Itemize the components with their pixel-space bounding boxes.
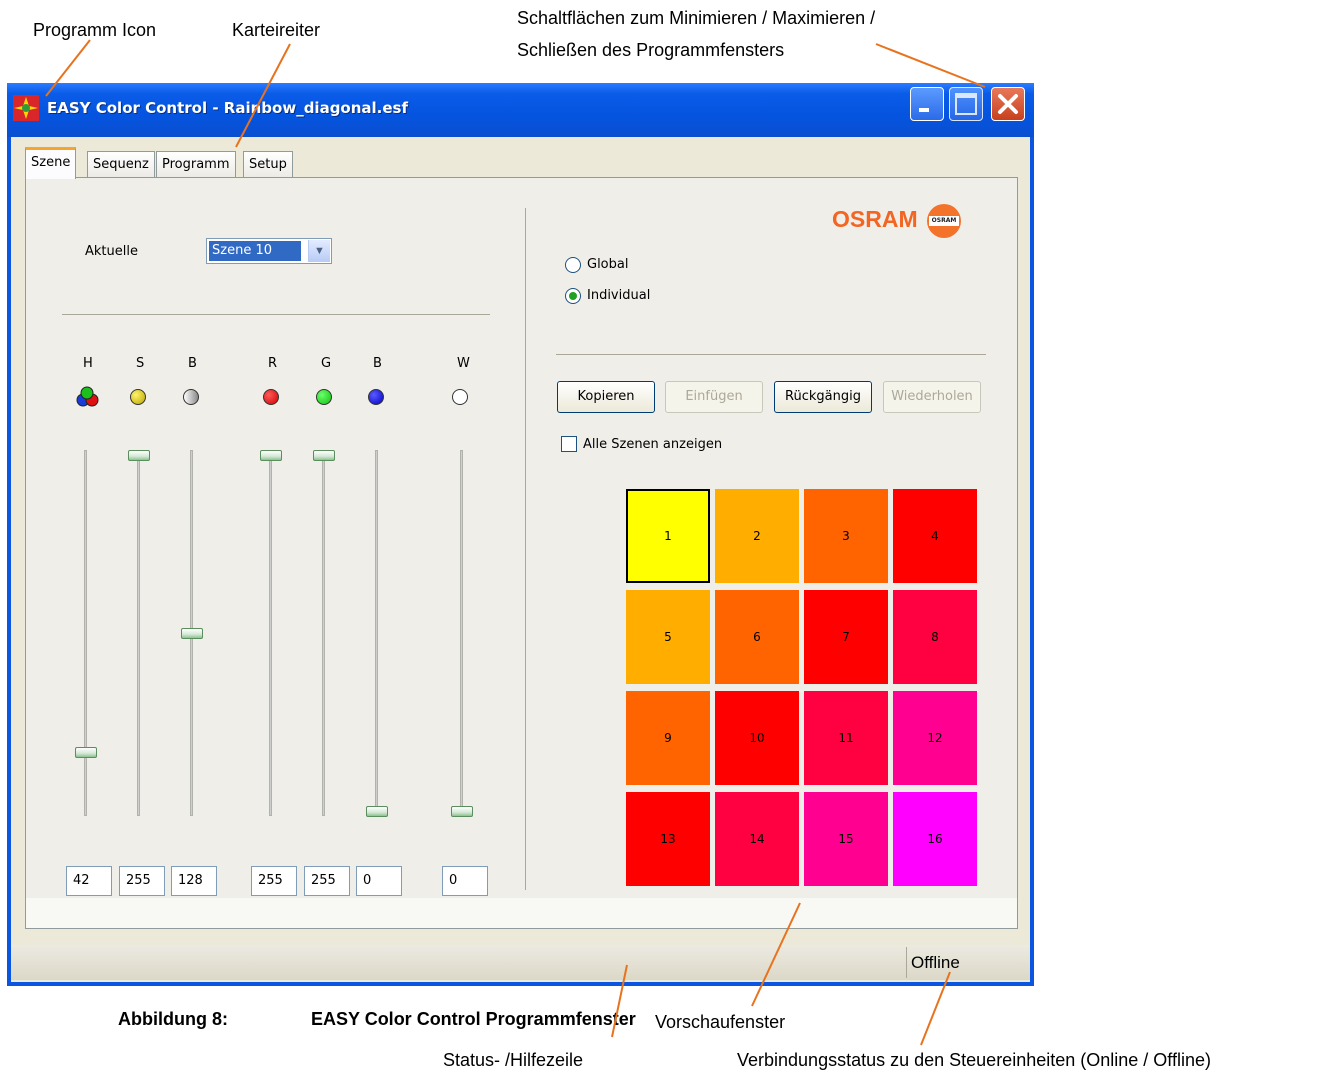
leader-status-help	[611, 964, 628, 1038]
tab-szene[interactable]: Szene	[25, 147, 77, 179]
leader-program-icon	[45, 39, 91, 97]
leader-preview	[751, 902, 801, 1007]
annotation-lines	[45, 39, 986, 1046]
leader-connection-status	[920, 971, 951, 1046]
leader-window-buttons	[875, 43, 986, 88]
leader-tabs	[235, 43, 291, 148]
